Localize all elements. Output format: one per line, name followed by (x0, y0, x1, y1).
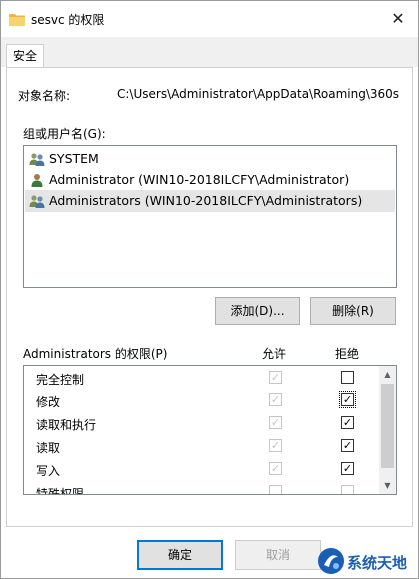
group-users-icon (29, 153, 45, 166)
deny-checkbox (341, 485, 354, 494)
allow-checkbox: ✓ (269, 462, 282, 475)
permission-row-read: 读取 ✓ ✓ (24, 435, 379, 458)
permissions-title: Administrators 的权限(P) (23, 347, 168, 361)
allow-checkbox: ✓ (269, 439, 282, 452)
deny-checkbox[interactable]: ✓ (341, 416, 354, 429)
permission-name: 特殊权限 (36, 487, 85, 495)
allow-checkbox: ✓ (269, 371, 282, 384)
allow-column-header: 允许 (262, 347, 287, 361)
tab-strip: 安全 (1, 37, 418, 68)
tab-security[interactable]: 安全 (6, 44, 44, 68)
group-or-user-label: 组或用户名(G): (23, 127, 106, 141)
vertical-scrollbar[interactable]: ▲ ▼ (379, 366, 396, 494)
deny-column-header: 拒绝 (335, 347, 360, 361)
scroll-thumb[interactable] (381, 384, 394, 468)
list-item-label: Administrator (WIN10-2018ILCFY\Administr… (49, 172, 350, 187)
group-users-icon (29, 195, 45, 208)
scroll-up-arrow-icon[interactable]: ▲ (379, 366, 396, 383)
ok-button[interactable]: 确定 (137, 540, 223, 570)
cancel-button[interactable]: 取消 (235, 540, 321, 570)
group-user-list[interactable]: SYSTEM Administrator (WIN10-2018ILCFY\Ad… (23, 145, 397, 288)
watermark-logo-icon (318, 548, 344, 574)
remove-button[interactable]: 删除(R) (310, 297, 396, 325)
permission-name: 读取 (36, 441, 61, 455)
permission-row-read-execute: 读取和执行 ✓ ✓ (24, 412, 379, 435)
permission-name: 完全控制 (36, 373, 85, 387)
window-title: sesvc 的权限 (31, 13, 105, 27)
deny-checkbox[interactable] (341, 371, 354, 384)
list-item-label: Administrators (WIN10-2018ILCFY\Administ… (49, 193, 363, 208)
add-button[interactable]: 添加(D)... (215, 297, 300, 325)
list-item-label: SYSTEM (49, 151, 99, 166)
permissions-list[interactable]: 完全控制 ✓ 修改 ✓ ✓ 读取和执行 ✓ ✓ 读取 ✓ ✓ 写入 ✓ ✓ 特殊… (23, 365, 397, 495)
permissions-dialog: sesvc 的权限 ✕ 安全 对象名称: C:\Users\Administra… (0, 0, 419, 579)
list-item-system[interactable]: SYSTEM (25, 148, 395, 170)
allow-checkbox: ✓ (269, 393, 282, 406)
close-button[interactable]: ✕ (388, 9, 408, 29)
allow-checkbox (269, 485, 282, 494)
deny-checkbox[interactable]: ✓ (341, 462, 354, 475)
permission-row-full-control: 完全控制 ✓ (24, 367, 379, 390)
user-icon (31, 174, 43, 187)
permission-name: 读取和执行 (36, 418, 97, 432)
folder-icon (9, 14, 25, 26)
title-bar: sesvc 的权限 ✕ (1, 1, 418, 37)
list-item-administrators[interactable]: Administrators (WIN10-2018ILCFY\Administ… (25, 190, 395, 212)
object-name-label: 对象名称: (18, 89, 71, 103)
allow-checkbox: ✓ (269, 416, 282, 429)
permission-row-modify: 修改 ✓ ✓ (24, 389, 379, 412)
permission-row-special: 特殊权限 (24, 481, 379, 495)
permission-name: 写入 (36, 464, 61, 478)
list-item-administrator[interactable]: Administrator (WIN10-2018ILCFY\Administr… (25, 169, 395, 191)
object-name-value: C:\Users\Administrator\AppData\Roaming\3… (117, 87, 400, 101)
watermark-text: 系统天地 (347, 554, 408, 572)
deny-checkbox[interactable]: ✓ (339, 391, 356, 408)
permission-row-write: 写入 ✓ ✓ (24, 458, 379, 481)
scroll-down-arrow-icon[interactable]: ▼ (379, 477, 396, 494)
watermark: 系统天地 (317, 547, 419, 577)
permission-name: 修改 (36, 395, 61, 409)
deny-checkbox[interactable]: ✓ (341, 439, 354, 452)
